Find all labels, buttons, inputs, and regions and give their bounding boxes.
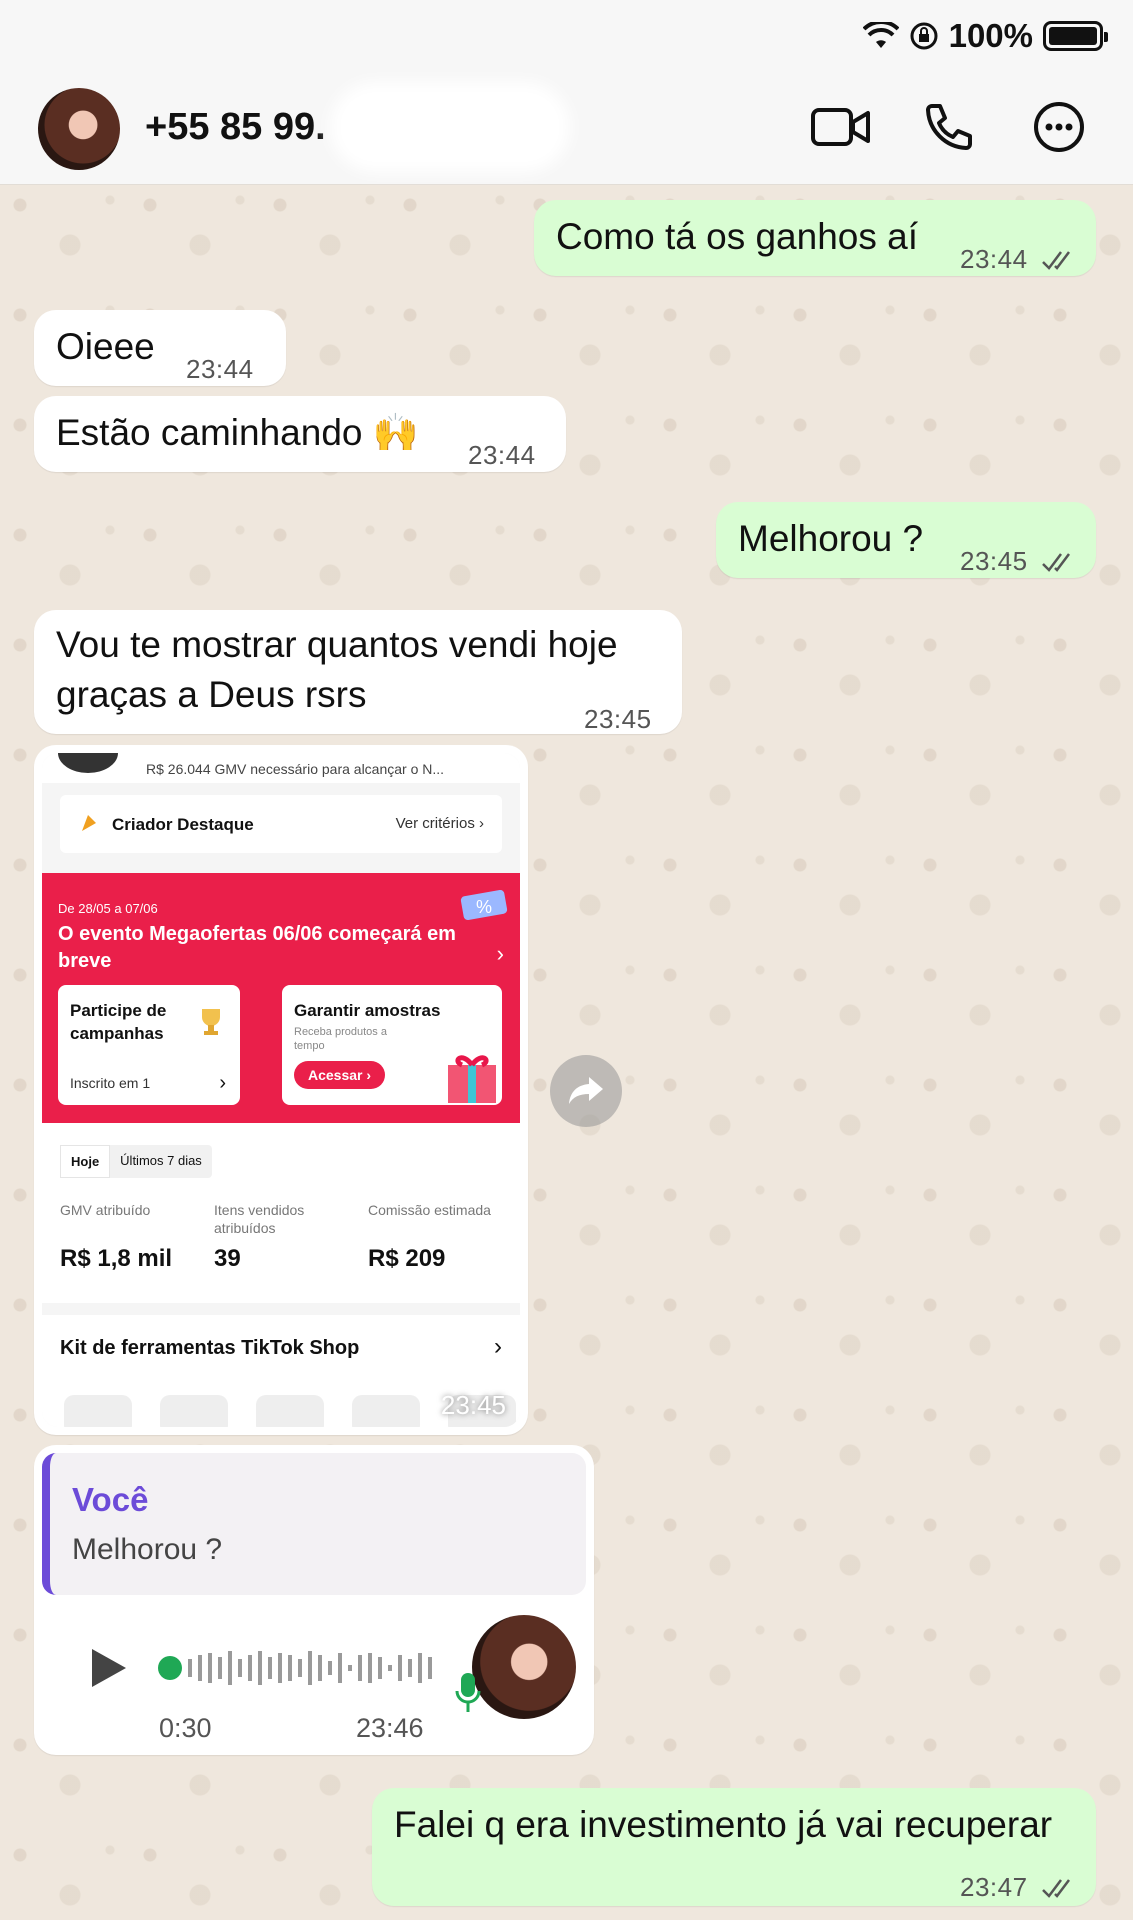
more-options-icon[interactable]: [1028, 100, 1090, 154]
message-time: 23:44: [468, 440, 536, 470]
message-time: 23:44: [960, 234, 1077, 284]
voice-duration: 0:30: [159, 1713, 212, 1743]
percent-tag-icon: %: [460, 889, 508, 921]
campaign-card: Participe de campanhas Inscrito em 1 ›: [58, 985, 240, 1105]
chevron-right-icon: ›: [219, 1072, 226, 1094]
outgoing-message[interactable]: Como tá os ganhos aí 23:44: [534, 200, 1096, 276]
forward-button[interactable]: [550, 1055, 622, 1127]
battery-icon: [1043, 21, 1108, 51]
wifi-icon: [862, 22, 899, 48]
message-time: 23:45: [584, 704, 652, 734]
svg-text:%: %: [476, 897, 492, 917]
gmv-stat: GMV atribuído R$ 1,8 mil: [60, 1202, 173, 1272]
incoming-message[interactable]: Oieee 23:44: [34, 310, 286, 386]
outgoing-message[interactable]: Melhorou ? 23:45: [716, 502, 1096, 578]
incoming-message[interactable]: Vou te mostrar quantos vendi hoje graças…: [34, 610, 682, 734]
message-text: Estão caminhando 🙌: [56, 412, 419, 453]
double-check-icon: [1042, 1879, 1071, 1899]
status-bar: 100%: [0, 0, 1133, 70]
chevron-right-icon: ›: [496, 941, 504, 966]
message-text: Melhorou ?: [738, 518, 924, 559]
rotation-lock-icon: [910, 22, 938, 50]
tool-icon: [352, 1395, 420, 1427]
double-check-icon: [1042, 251, 1071, 271]
message-text: Falei q era investimento já vai recupera…: [394, 1804, 1053, 1845]
contact-avatar[interactable]: [38, 88, 120, 170]
message-time: 23:46: [356, 1713, 424, 1743]
tool-icon: [160, 1395, 228, 1427]
message-time: 23:44: [186, 354, 254, 384]
period-tabs: Hoje Últimos 7 dias: [60, 1145, 212, 1178]
tool-icon: [64, 1395, 132, 1427]
redaction-blur: [330, 82, 570, 172]
message-text-line-1: Vou te mostrar quantos vendi hoje: [56, 624, 618, 665]
voice-call-icon[interactable]: [918, 100, 980, 154]
creator-avatar: [58, 753, 118, 773]
contact-name[interactable]: +55 85 99.: [145, 106, 326, 149]
samples-card: Garantir amostras Receba produtos a temp…: [282, 985, 502, 1105]
message-time: 23:45: [960, 536, 1077, 586]
video-call-icon[interactable]: [810, 100, 872, 154]
chevron-right-icon: ›: [494, 1333, 502, 1360]
message-text: Oieee: [56, 326, 155, 367]
audio-waveform[interactable]: [158, 1645, 458, 1691]
message-time: 23:47: [960, 1862, 1077, 1912]
quoted-reply[interactable]: Você Melhorou ?: [42, 1453, 586, 1595]
megaofertas-banner: De 28/05 a 07/06 O evento Megaofertas 06…: [42, 873, 520, 1123]
message-text: Como tá os ganhos aí: [556, 216, 918, 257]
voice-message[interactable]: Você Melhorou ? 0:30 23:46: [34, 1445, 594, 1755]
performance-stats: Hoje Últimos 7 dias GMV atribuído R$ 1,8…: [42, 1123, 520, 1303]
message-text-line-2: graças a Deus rsrs: [56, 674, 367, 715]
outgoing-message[interactable]: Falei q era investimento já vai recupera…: [372, 1788, 1096, 1906]
gift-icon: [448, 1055, 496, 1103]
chat-header: +55 85 99.: [0, 70, 1133, 185]
message-time: 23:45: [440, 1390, 506, 1420]
forward-arrow-icon: [569, 1077, 603, 1104]
microphone-icon: [455, 1673, 481, 1712]
incoming-message[interactable]: Estão caminhando 🙌 23:44: [34, 396, 566, 472]
medal-icon: [82, 815, 96, 831]
tool-icon: [256, 1395, 324, 1427]
battery-percentage: 100%: [948, 17, 1033, 54]
tiktok-screenshot: R$ 26.044 GMV necessário para alcançar o…: [42, 753, 520, 1427]
gmv-progress-row: R$ 26.044 GMV necessário para alcançar o…: [42, 753, 520, 783]
double-check-icon: [1042, 553, 1071, 573]
play-icon[interactable]: [84, 1645, 130, 1691]
sender-avatar: [472, 1615, 576, 1719]
image-message[interactable]: R$ 26.044 GMV necessário para alcançar o…: [34, 745, 528, 1435]
creator-status-card: Criador Destaque Ver critérios ›: [60, 795, 502, 853]
commission-stat: Comissão estimada R$ 209: [368, 1202, 491, 1272]
trophy-icon: [202, 1009, 220, 1035]
items-sold-stat: Itens vendidos atribuídos 39: [214, 1202, 305, 1272]
